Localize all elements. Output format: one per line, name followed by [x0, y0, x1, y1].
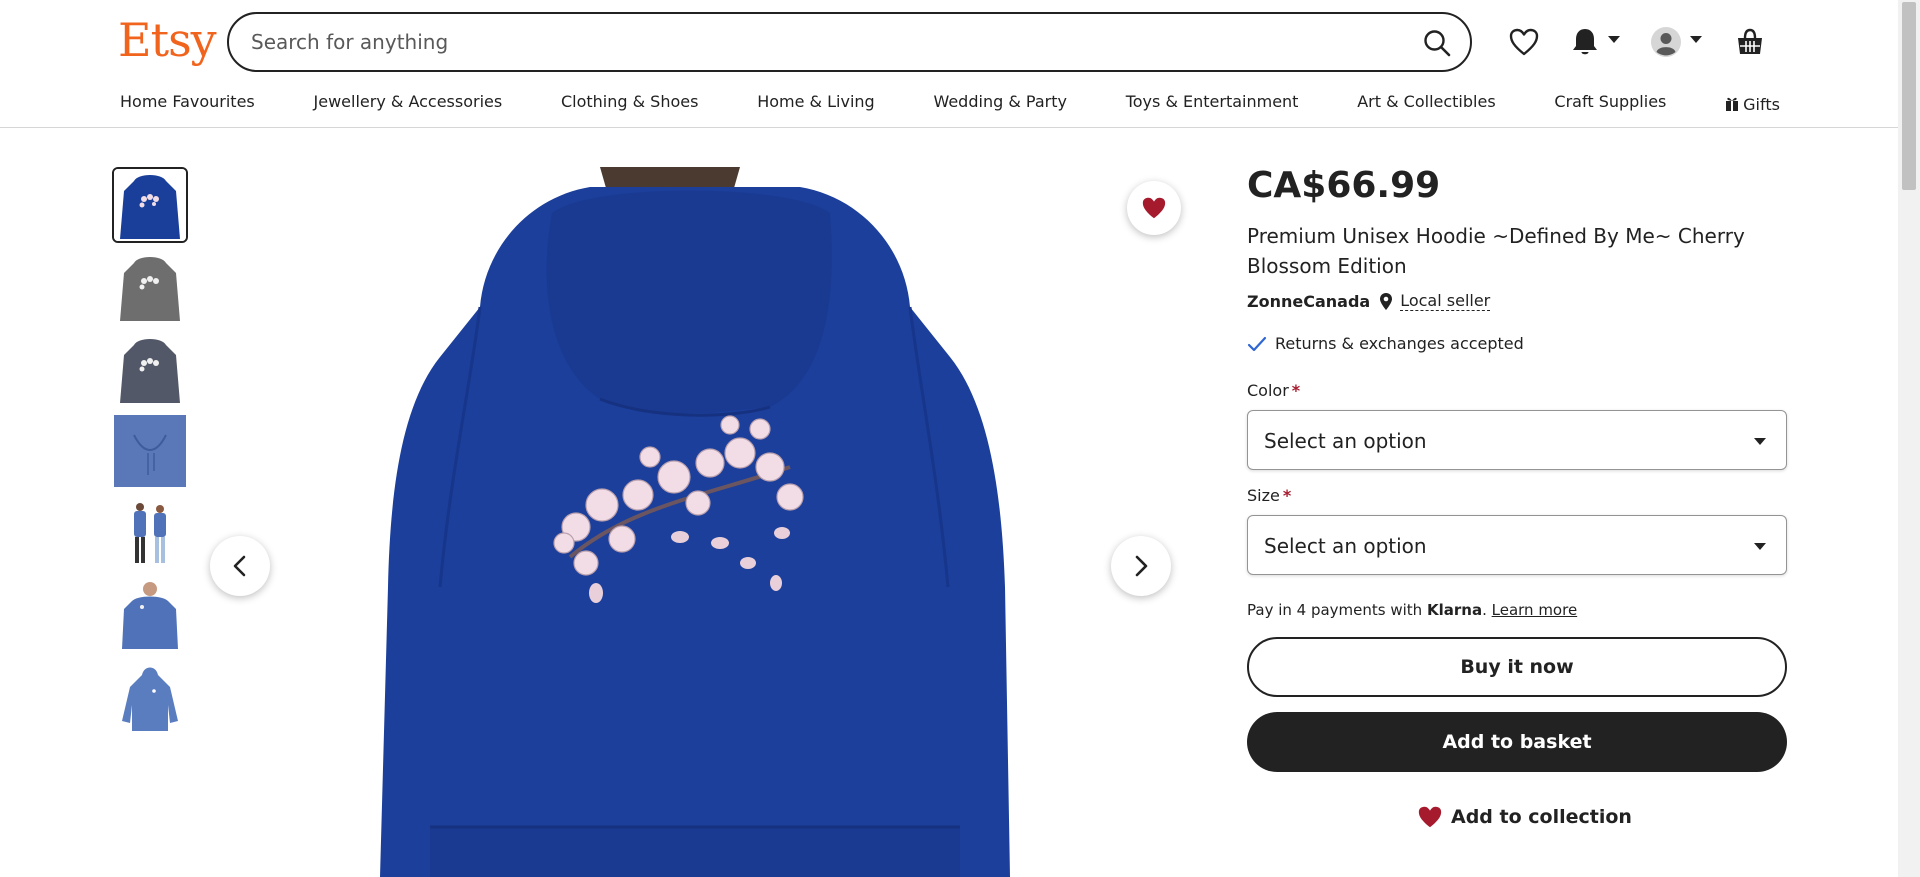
- search-bar: [227, 12, 1472, 72]
- next-image-button[interactable]: [1111, 536, 1171, 596]
- returns-info: Returns & exchanges accepted: [1247, 334, 1524, 353]
- chevron-left-icon: [233, 555, 246, 577]
- previous-image-button[interactable]: [210, 536, 270, 596]
- basket-icon[interactable]: [1730, 22, 1770, 62]
- checkmark-icon: [1247, 336, 1267, 351]
- size-label: Size *: [1247, 486, 1291, 505]
- seller-name-link[interactable]: ZonneCanada: [1247, 292, 1370, 311]
- nav-toys-entertainment[interactable]: Toys & Entertainment: [1126, 92, 1299, 116]
- etsy-logo[interactable]: Etsy: [118, 13, 217, 67]
- returns-text: Returns & exchanges accepted: [1275, 334, 1524, 353]
- color-select-value: Select an option: [1264, 429, 1427, 453]
- favorite-button[interactable]: [1127, 181, 1181, 235]
- search-icon[interactable]: [1422, 28, 1452, 58]
- klarna-info: Pay in 4 payments with Klarna. Learn mor…: [1247, 601, 1578, 619]
- nav-art-collectibles[interactable]: Art & Collectibles: [1357, 92, 1495, 116]
- color-label: Color *: [1247, 381, 1300, 400]
- size-select[interactable]: Select an option: [1247, 515, 1787, 575]
- add-to-collection-label: Add to collection: [1451, 806, 1632, 828]
- color-label-text: Color: [1247, 381, 1289, 400]
- site-header: Etsy Home Favourites Jewellery & Accesso…: [0, 0, 1898, 128]
- account-chevron-down-icon[interactable]: [1690, 36, 1702, 43]
- search-input[interactable]: [251, 26, 1381, 58]
- required-indicator: *: [1291, 381, 1301, 400]
- nav-home-living[interactable]: Home & Living: [757, 92, 874, 116]
- klarna-brand: Klarna: [1426, 601, 1483, 619]
- thumbnail-1[interactable]: [112, 167, 188, 243]
- size-label-text: Size: [1247, 486, 1280, 505]
- nav-gifts-label: Gifts: [1743, 94, 1780, 114]
- scrollbar-thumb[interactable]: [1902, 2, 1916, 190]
- heart-filled-icon: [1142, 197, 1166, 219]
- thumbnail-3[interactable]: [112, 331, 188, 407]
- nav-home-favourites[interactable]: Home Favourites: [120, 92, 255, 116]
- bell-icon[interactable]: [1565, 22, 1605, 62]
- location-pin-icon: [1380, 292, 1393, 310]
- thumbnail-7[interactable]: [112, 659, 188, 735]
- gift-icon: [1726, 97, 1739, 111]
- thumbnail-5[interactable]: [112, 495, 188, 571]
- klarna-prefix: Pay in 4 payments with: [1247, 601, 1423, 619]
- nav-clothing-shoes[interactable]: Clothing & Shoes: [561, 92, 698, 116]
- nav-gifts[interactable]: Gifts: [1725, 92, 1780, 116]
- thumbnail-4[interactable]: [112, 413, 188, 489]
- category-nav: Home Favourites Jewellery & Accessories …: [120, 92, 1780, 116]
- notifications-chevron-down-icon[interactable]: [1608, 36, 1620, 43]
- chevron-down-icon: [1754, 438, 1766, 445]
- chevron-right-icon: [1135, 555, 1148, 577]
- product-price: CA$66.99: [1247, 165, 1441, 206]
- color-select[interactable]: Select an option: [1247, 410, 1787, 470]
- buy-it-now-button[interactable]: Buy it now: [1247, 637, 1787, 697]
- product-main-image[interactable]: [270, 167, 1210, 877]
- add-to-collection-button[interactable]: Add to collection: [1417, 805, 1632, 829]
- chevron-down-icon: [1754, 543, 1766, 550]
- size-select-value: Select an option: [1264, 534, 1427, 558]
- seller-row: ZonneCanada Local seller: [1247, 289, 1491, 313]
- thumbnail-6[interactable]: [112, 577, 188, 653]
- add-to-basket-button[interactable]: Add to basket: [1247, 712, 1787, 772]
- nav-craft-supplies[interactable]: Craft Supplies: [1554, 92, 1666, 116]
- local-seller: Local seller: [1380, 291, 1491, 311]
- heart-icon[interactable]: [1504, 22, 1544, 62]
- nav-wedding-party[interactable]: Wedding & Party: [933, 92, 1066, 116]
- user-icon[interactable]: [1646, 22, 1686, 62]
- required-indicator: *: [1282, 486, 1292, 505]
- klarna-learn-more-link[interactable]: Learn more: [1492, 601, 1578, 619]
- local-seller-link[interactable]: Local seller: [1400, 291, 1491, 311]
- nav-jewellery-accessories[interactable]: Jewellery & Accessories: [314, 92, 503, 116]
- page-scrollbar[interactable]: [1898, 0, 1920, 877]
- thumbnail-2[interactable]: [112, 249, 188, 325]
- heart-filled-icon: [1418, 806, 1442, 828]
- product-title: Premium Unisex Hoodie ~Defined By Me~ Ch…: [1247, 224, 1745, 278]
